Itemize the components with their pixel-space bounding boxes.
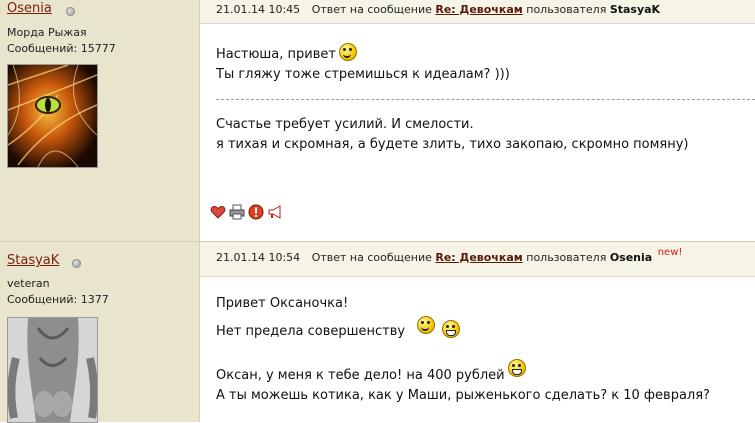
- user-prefix: пользователя: [526, 251, 607, 264]
- post-header: 21.01.14 10:54 Ответ на сообщение Re: Де…: [200, 242, 755, 277]
- author-username-link[interactable]: Osenia: [7, 1, 52, 16]
- reply-username: StasyaK: [609, 3, 661, 16]
- author-username-link[interactable]: StasyaK: [7, 253, 59, 268]
- post-header: 21.01.14 10:45 Ответ на сообщение Re: Де…: [200, 0, 755, 24]
- avatar: [7, 64, 98, 168]
- message-paragraph: Оксан, у меня к тебе дело! на 400 рублей…: [216, 359, 710, 406]
- divider: [216, 99, 755, 100]
- smiley-wink-icon: [338, 43, 357, 61]
- message-paragraph: Счастье требует усилий. И смелости. я ти…: [216, 115, 689, 155]
- megaphone-icon[interactable]: [267, 204, 283, 220]
- post-author-panel: StasyaK veteran Сообщений: 1377: [0, 242, 200, 423]
- online-status-icon: [72, 259, 81, 268]
- post-content: 21.01.14 10:54 Ответ на сообщение Re: Де…: [200, 242, 755, 422]
- smiley-grin-icon: [442, 320, 461, 338]
- post-date: 21.01.14 10:54: [216, 251, 301, 264]
- smiley-grin-icon: [417, 316, 436, 334]
- online-status-icon: [66, 7, 75, 16]
- reply-prefix: Ответ на сообщение: [311, 3, 432, 16]
- message-line: Ты гляжу тоже стремишься к идеалам? ))): [216, 67, 510, 82]
- message-line: Счастье требует усилий. И смелости.: [216, 117, 474, 132]
- post-date: 21.01.14 10:45: [216, 3, 301, 16]
- message-line: Оксан, у меня к тебе дело! на 400 рублей: [216, 368, 505, 383]
- reply-username: Osenia: [609, 251, 653, 264]
- printer-icon[interactable]: [229, 204, 245, 220]
- message-line: Привет Оксаночка!: [216, 296, 349, 311]
- author-message-count: Сообщений: 15777: [7, 42, 116, 55]
- user-prefix: пользователя: [526, 3, 607, 16]
- warning-icon[interactable]: [248, 204, 264, 220]
- reply-thread-link[interactable]: Re: Девочкам: [435, 3, 522, 16]
- forum-post: Osenia Морда Рыжая Сообщений: 15777 21.0…: [0, 0, 755, 241]
- heart-icon[interactable]: [210, 204, 226, 220]
- author-rank: veteran: [7, 277, 50, 290]
- reply-prefix: Ответ на сообщение: [311, 251, 432, 264]
- message-line-with-smileys: Нет предела совершенству: [216, 316, 461, 342]
- message-line: я тихая и скромная, а будете злить, тихо…: [216, 137, 689, 152]
- message-paragraph: Настюша, привет Ты гляжу тоже стремишься…: [216, 43, 510, 85]
- reply-thread-link[interactable]: Re: Девочкам: [435, 251, 522, 264]
- avatar: [7, 317, 98, 423]
- author-rank: Морда Рыжая: [7, 26, 87, 39]
- new-badge: new!: [657, 247, 683, 258]
- message-line: А ты можешь котика, как у Маши, рыженько…: [216, 388, 710, 403]
- post-content: 21.01.14 10:45 Ответ на сообщение Re: Де…: [200, 0, 755, 241]
- forum-post: StasyaK veteran Сообщений: 1377 21.01.14…: [0, 241, 755, 423]
- smiley-grin-icon: [507, 359, 526, 377]
- author-message-count: Сообщений: 1377: [7, 293, 109, 306]
- message-line: Нет предела совершенству: [216, 324, 406, 339]
- message-line: Настюша, привет: [216, 47, 336, 62]
- post-author-panel: Osenia Морда Рыжая Сообщений: 15777: [0, 0, 200, 241]
